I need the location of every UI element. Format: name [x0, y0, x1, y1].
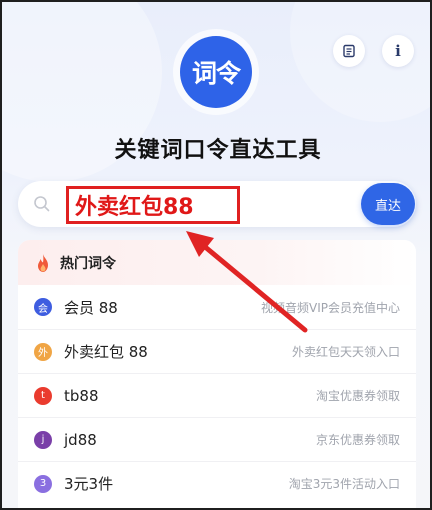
item-badge: 外 — [34, 342, 52, 361]
list-item[interactable]: 外外卖红包 88 外卖红包天天领入口 — [18, 329, 416, 373]
list-item[interactable]: j jd88 京东优惠券领取 — [18, 417, 416, 461]
item-description: 淘宝优惠券领取 — [315, 389, 400, 403]
item-badge: j — [34, 430, 52, 449]
go-button[interactable]: 直达 — [361, 183, 415, 225]
item-name: 会员 88 — [64, 298, 118, 317]
item-badge: t — [34, 386, 52, 405]
app-frame: 词令 i 关键词口令直达工具 外卖红包88 直达 热门词令 会会员 88 视频音频… — [0, 0, 432, 510]
item-badge: 会 — [34, 298, 52, 316]
hot-keywords-header: 热门词令 — [18, 240, 416, 285]
document-icon — [343, 44, 355, 58]
logo-ring: 词令 — [173, 29, 259, 115]
item-badge: 3 — [34, 474, 52, 493]
item-name: 外卖红包 88 — [64, 343, 148, 361]
document-button[interactable] — [333, 35, 365, 67]
list-item[interactable]: 3 3元3件 淘宝3元3件活动入口 — [18, 461, 416, 505]
search-icon — [34, 196, 50, 212]
item-description: 京东优惠券领取 — [315, 433, 400, 447]
item-description: 视频音频VIP会员充值中心 — [261, 300, 400, 315]
flame-icon — [38, 253, 48, 272]
item-description: 外卖红包天天领入口 — [291, 345, 400, 359]
search-bar[interactable]: 外卖红包88 — [18, 181, 416, 227]
item-name: jd88 — [64, 430, 97, 449]
list-item[interactable]: t tb88 淘宝优惠券领取 — [18, 373, 416, 417]
list-item[interactable]: 会会员 88 视频音频VIP会员充值中心 — [18, 285, 416, 329]
info-button[interactable]: i — [382, 35, 414, 67]
hot-keywords-list: 会会员 88 视频音频VIP会员充值中心外外卖红包 88 外卖红包天天领入口 t tb8… — [18, 285, 416, 505]
item-name: 3元3件 — [64, 475, 114, 493]
item-description: 淘宝3元3件活动入口 — [288, 477, 400, 491]
item-name: tb88 — [64, 386, 99, 405]
hot-keywords-title: 热门词令 — [60, 255, 116, 272]
hot-keywords-panel: 热门词令 会会员 88 视频音频VIP会员充值中心外外卖红包 88 外卖红包天天领入… — [18, 240, 416, 508]
search-input[interactable]: 外卖红包88 — [66, 186, 240, 224]
info-icon: i — [395, 42, 401, 60]
app-logo: 词令 — [180, 36, 252, 108]
page-title: 关键词口令直达工具 — [114, 138, 322, 163]
